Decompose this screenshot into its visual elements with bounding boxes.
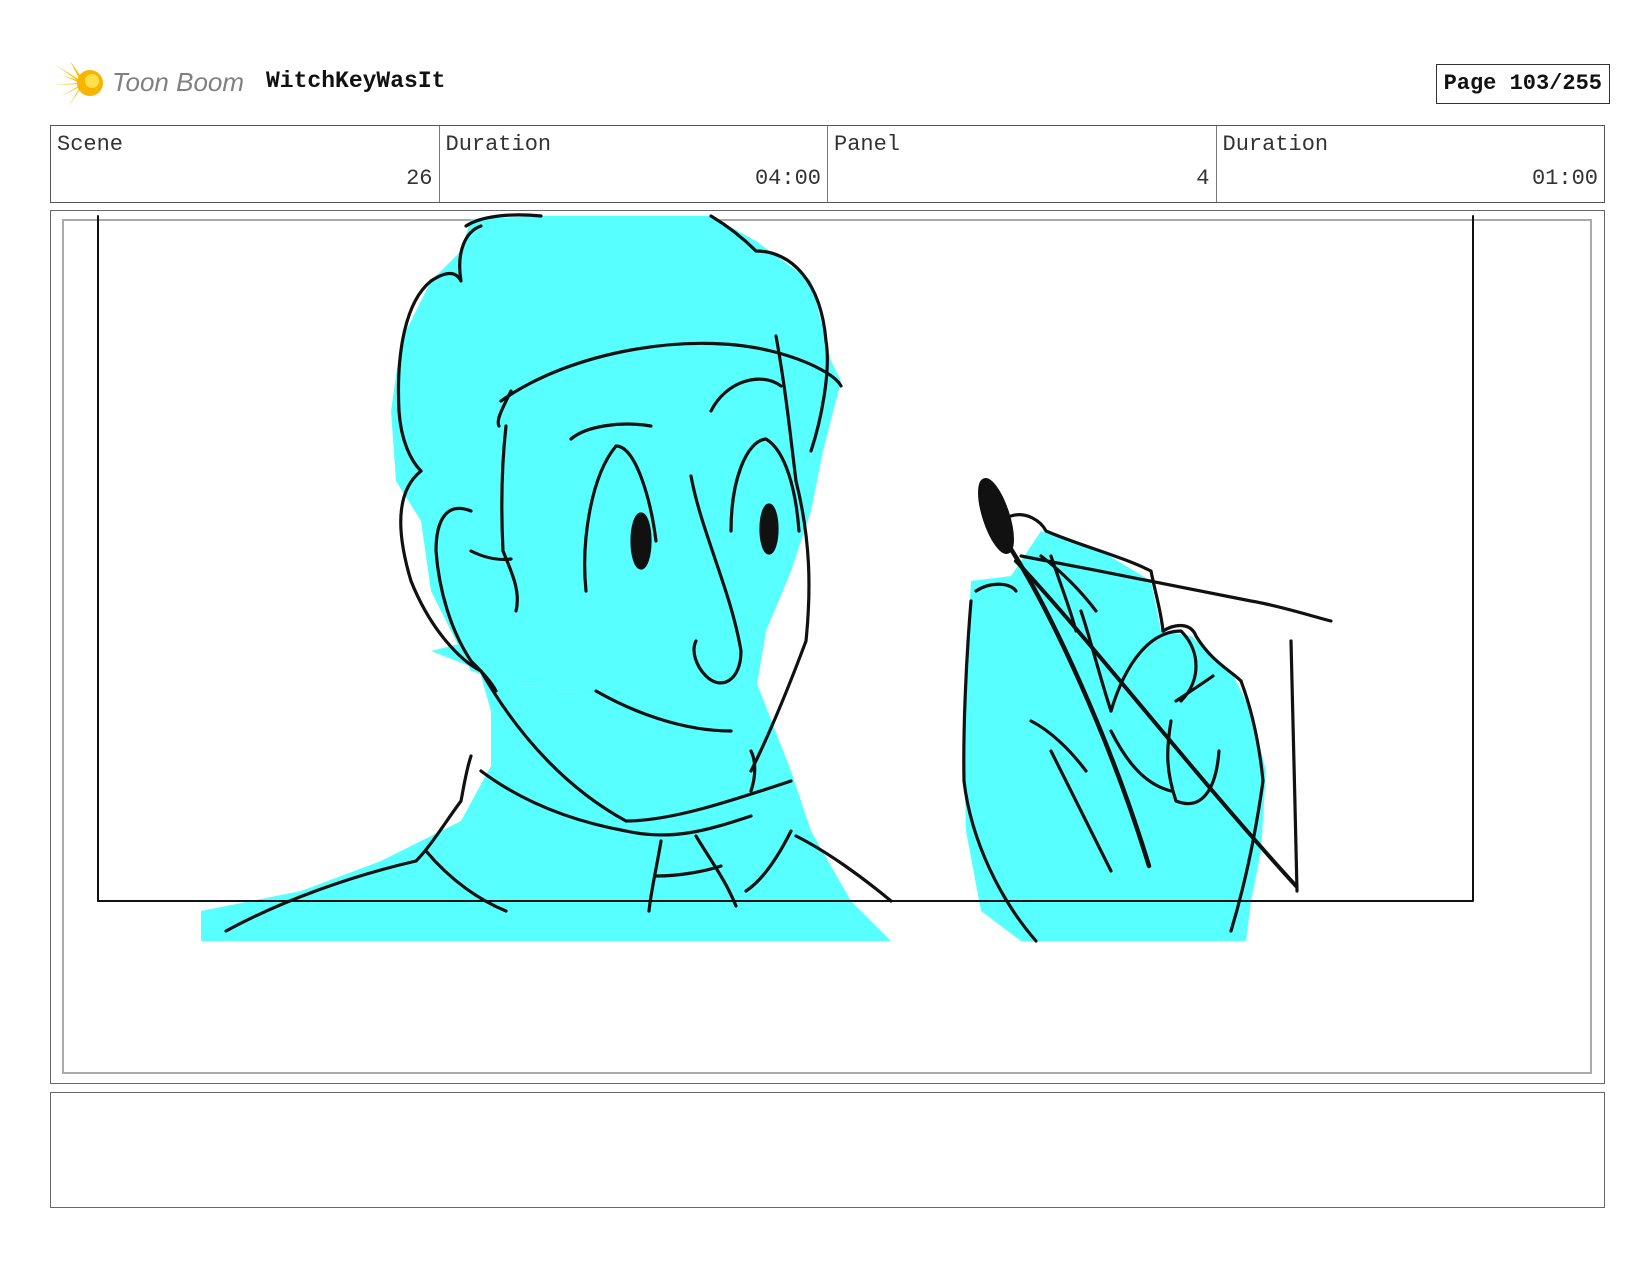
scene-label: Scene [57,132,124,157]
scene-duration-cell: Duration 04:00 [440,126,828,202]
panel-duration-value: 01:00 [1531,166,1598,191]
storyboard-panel-frame [50,210,1605,1084]
page-header: Toon Boom WitchKeyWasIt Page 103/255 [50,55,1610,110]
character-head-fill [391,216,841,691]
toon-boom-starburst-icon [54,61,103,107]
project-title: WitchKeyWasIt [266,68,446,94]
panel-duration-cell: Duration 01:00 [1217,126,1605,202]
panel-notes-box [50,1092,1605,1208]
logo-text: Toon Boom [112,67,245,97]
scene-duration-value: 04:00 [754,166,821,191]
scene-value: 26 [406,166,433,191]
scene-cell: Scene 26 [51,126,440,202]
panel-cell: Panel 4 [828,126,1217,202]
scene-duration-label: Duration [445,132,552,157]
panel-label: Panel [834,132,901,157]
panel-value: 4 [1196,166,1210,191]
panel-duration-label: Duration [1222,132,1329,157]
storyboard-sketch [97,213,1474,943]
toon-boom-logo: Toon Boom [54,59,249,109]
page-number: Page 103/255 [1435,64,1610,104]
panel-info-table: Scene 26 Duration 04:00 Panel 4 Duration… [50,125,1605,203]
